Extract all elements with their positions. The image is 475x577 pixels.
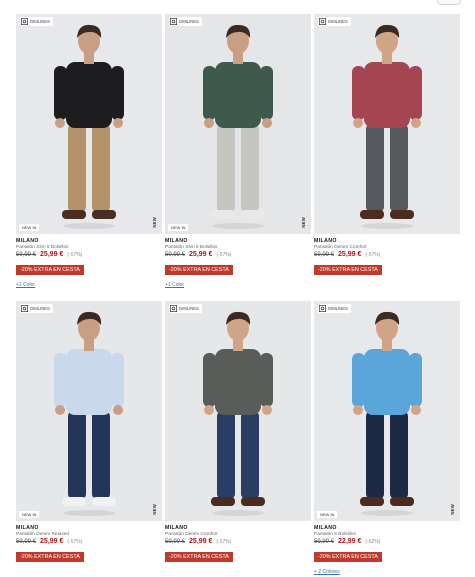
dimensions-badge: DIMLINES — [318, 304, 351, 313]
product-brand: MILANO — [16, 525, 39, 531]
sale-price: 25,99 € — [40, 538, 64, 545]
price-row: 59,99 € 25,99 € (-57%) — [165, 538, 311, 545]
product-card[interactable]: DIMLINES NEW IN NEW MILANO Pantalón 5 Bo… — [314, 301, 460, 575]
color-options-link[interactable]: +1 Color — [165, 282, 311, 288]
product-info: MILANO Pantalón Denim Comfort 59,99 € 25… — [165, 521, 311, 563]
product-brand: MILANO — [165, 238, 188, 244]
dimensions-label: DIMLINES — [328, 19, 348, 24]
product-image[interactable]: DIMLINES — [165, 301, 311, 521]
price-row: 59,99 € 25,99 € (-57%) — [165, 251, 311, 258]
sale-price: 25,99 € — [40, 251, 64, 258]
product-card[interactable]: DIMLINES MILANO Pantalón Denim Comfort 5… — [165, 301, 311, 563]
price-row: 59,99 € 25,99 € (-57%) — [16, 538, 162, 545]
new-vertical-tag: NEW — [450, 504, 455, 515]
dimensions-badge: DIMLINES — [20, 17, 53, 26]
product-card[interactable]: DIMLINES MILANO Pantalón Denim Comfort 5… — [314, 14, 460, 276]
product-image[interactable]: DIMLINES NEW IN NEW — [165, 14, 311, 234]
dimensions-badge: DIMLINES — [20, 304, 53, 313]
original-price: 59,99 € — [16, 252, 37, 258]
product-card[interactable]: DIMLINES NEW IN NEW MILANO Pantalón Slim… — [16, 14, 162, 288]
product-brand: MILANO — [314, 238, 337, 244]
product-info: MILANO Pantalón Slim 5 Bolsillos 59,99 €… — [165, 234, 311, 288]
new-vertical-tag: NEW — [152, 217, 157, 228]
product-image[interactable]: DIMLINES NEW IN NEW — [16, 301, 162, 521]
original-price: 59,99 € — [314, 539, 335, 545]
product-brand: MILANO — [165, 525, 188, 531]
product-info: MILANO Pantalón 5 Bolsillos 59,99 € 22,9… — [314, 521, 460, 575]
new-vertical-tag: NEW — [152, 504, 157, 515]
new-in-badge: NEW IN — [168, 224, 189, 231]
discount-percent: (-57%) — [67, 539, 83, 545]
dimensions-label: DIMLINES — [328, 306, 348, 311]
sale-price: 25,99 € — [189, 251, 213, 258]
product-name[interactable]: Pantalón Denim Relaxed — [16, 532, 162, 537]
dimensions-label: DIMLINES — [179, 306, 199, 311]
ruler-frame-icon — [21, 18, 28, 25]
original-price: 59,99 € — [314, 252, 335, 258]
original-price: 59,99 € — [16, 539, 37, 545]
new-in-badge: NEW IN — [19, 511, 40, 518]
discount-percent: (-62%) — [365, 539, 381, 545]
discount-percent: (-57%) — [365, 252, 381, 258]
product-brand: MILANO — [16, 238, 39, 244]
ruler-frame-icon — [21, 305, 28, 312]
product-card[interactable]: DIMLINES NEW IN NEW MILANO Pantalón Slim… — [165, 14, 311, 288]
original-price: 59,99 € — [165, 539, 186, 545]
price-row: 59,99 € 25,99 € (-57%) — [16, 251, 162, 258]
new-vertical-tag: NEW — [301, 217, 306, 228]
color-options-link[interactable]: +1 Color — [16, 282, 162, 288]
top-control[interactable] — [437, 0, 461, 5]
product-name[interactable]: Pantalón Denim Comfort — [314, 245, 460, 250]
color-options-link[interactable]: + 2 Colores — [314, 569, 460, 575]
ruler-frame-icon — [319, 18, 326, 25]
promo-badge: -20% EXTRA EN CESTA — [165, 265, 233, 275]
dimensions-label: DIMLINES — [30, 306, 50, 311]
dimensions-badge: DIMLINES — [169, 304, 202, 313]
ruler-frame-icon — [319, 305, 326, 312]
price-row: 59,99 € 22,99 € (-62%) — [314, 538, 460, 545]
sale-price: 25,99 € — [338, 251, 362, 258]
top-bar — [0, 0, 475, 12]
product-image[interactable]: DIMLINES NEW IN NEW — [16, 14, 162, 234]
product-info: MILANO Pantalón Denim Relaxed 59,99 € 25… — [16, 521, 162, 563]
product-brand: MILANO — [314, 525, 337, 531]
promo-badge: -20% EXTRA EN CESTA — [165, 552, 233, 562]
sale-price: 22,99 € — [338, 538, 362, 545]
original-price: 59,99 € — [165, 252, 186, 258]
product-image[interactable]: DIMLINES NEW IN NEW — [314, 301, 460, 521]
promo-badge: -20% EXTRA EN CESTA — [314, 265, 382, 275]
product-info: MILANO Pantalón Denim Comfort 59,99 € 25… — [314, 234, 460, 276]
product-info: MILANO Pantalón Slim 5 Bolsillos 59,99 €… — [16, 234, 162, 288]
product-name[interactable]: Pantalón Denim Comfort — [165, 532, 311, 537]
price-row: 59,99 € 25,99 € (-57%) — [314, 251, 460, 258]
discount-percent: (-57%) — [216, 539, 232, 545]
promo-badge: -20% EXTRA EN CESTA — [16, 265, 84, 275]
promo-badge: -20% EXTRA EN CESTA — [16, 552, 84, 562]
dimensions-badge: DIMLINES — [169, 17, 202, 26]
new-in-badge: NEW IN — [19, 224, 40, 231]
sale-price: 25,99 € — [189, 538, 213, 545]
product-name[interactable]: Pantalón Slim 5 Bolsillos — [165, 245, 311, 250]
dimensions-label: DIMLINES — [179, 19, 199, 24]
product-name[interactable]: Pantalón 5 Bolsillos — [314, 532, 460, 537]
product-card[interactable]: DIMLINES NEW IN NEW MILANO Pantalón Deni… — [16, 301, 162, 563]
ruler-frame-icon — [170, 18, 177, 25]
dimensions-badge: DIMLINES — [318, 17, 351, 26]
promo-badge: -20% EXTRA EN CESTA — [314, 552, 382, 562]
new-in-badge: NEW IN — [317, 511, 338, 518]
discount-percent: (-57%) — [216, 252, 232, 258]
dimensions-label: DIMLINES — [30, 19, 50, 24]
discount-percent: (-57%) — [67, 252, 83, 258]
ruler-frame-icon — [170, 305, 177, 312]
product-name[interactable]: Pantalón Slim 5 Bolsillos — [16, 245, 162, 250]
product-image[interactable]: DIMLINES — [314, 14, 460, 234]
